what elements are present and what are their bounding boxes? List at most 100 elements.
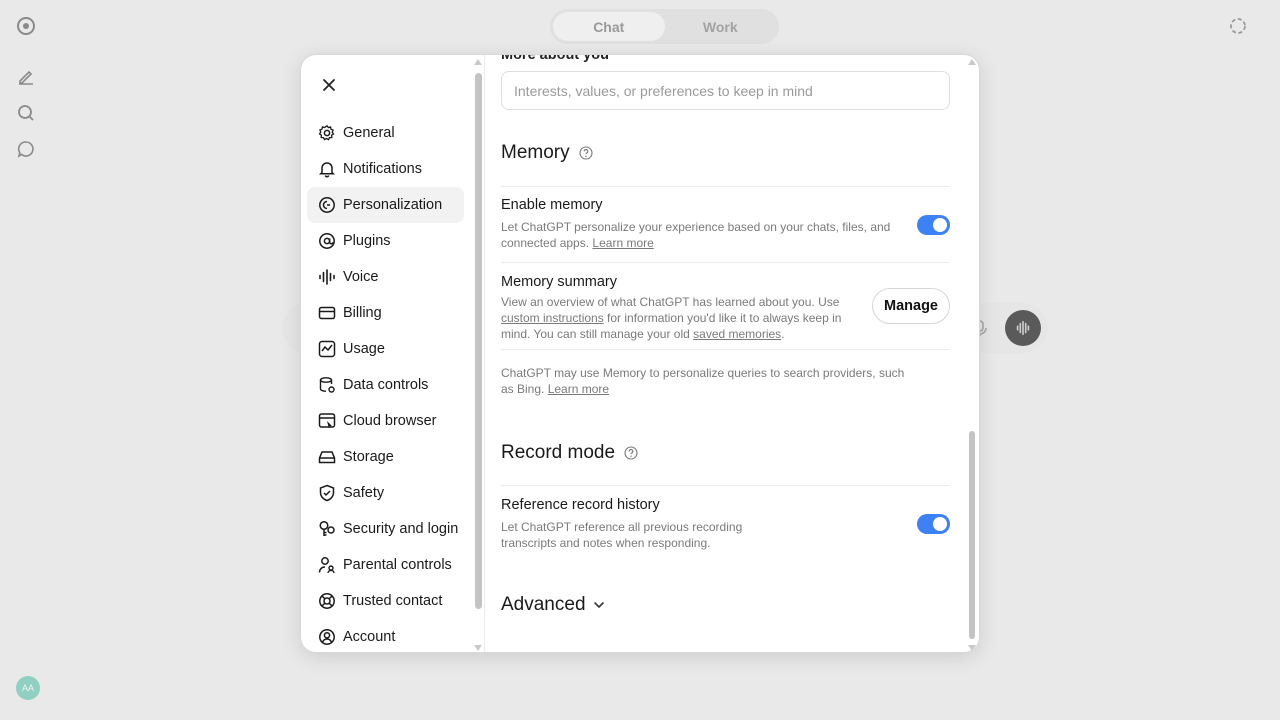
memory-summary-title: Memory summary xyxy=(501,274,618,290)
sidebar-item-cloud-browser[interactable]: Cloud browser xyxy=(307,403,464,439)
sidebar-item-label: Personalization xyxy=(343,197,443,213)
settings-modal: General Notifications Personalization Pl… xyxy=(300,54,980,653)
record-mode-section-title: Record mode xyxy=(501,442,638,464)
enable-memory-title: Enable memory xyxy=(501,197,603,213)
divider xyxy=(501,262,950,263)
scroll-up-arrow[interactable] xyxy=(474,59,482,65)
learn-more-link[interactable]: Learn more xyxy=(548,382,609,396)
sidebar-item-trusted-contact[interactable]: Trusted contact xyxy=(307,583,464,619)
avatar-initials: AA xyxy=(21,683,34,693)
memory-summary-end: . xyxy=(781,327,785,341)
scroll-down-arrow[interactable] xyxy=(474,645,482,651)
sidebar-item-label: Data controls xyxy=(343,377,429,393)
reference-record-history-title: Reference record history xyxy=(501,497,660,513)
sidebar-item-general[interactable]: General xyxy=(307,115,464,151)
reference-record-history-toggle[interactable] xyxy=(917,514,950,534)
sidebar-item-label: Notifications xyxy=(343,161,422,177)
sidebar-item-label: Plugins xyxy=(343,233,391,249)
sidebar-item-notifications[interactable]: Notifications xyxy=(307,151,464,187)
sidebar-item-label: Account xyxy=(343,629,396,645)
browser-icon xyxy=(318,412,336,430)
sidebar-rail: AA xyxy=(0,0,52,720)
memory-summary-line1: View an overview of what ChatGPT has lea… xyxy=(501,295,840,309)
memory-section-title: Memory xyxy=(501,142,593,164)
sidebar-item-label: Storage xyxy=(343,449,394,465)
personalization-panel: More about you Interests, values, or pre… xyxy=(501,55,951,652)
help-icon[interactable] xyxy=(624,446,638,460)
toggle-knob xyxy=(933,517,947,531)
learn-more-link[interactable]: Learn more xyxy=(592,236,653,250)
sidebar-item-label: General xyxy=(343,125,395,141)
scroll-down-arrow[interactable] xyxy=(968,645,976,651)
sidebar-item-security[interactable]: Security and login xyxy=(307,511,464,547)
sidebar-item-data-controls[interactable]: Data controls xyxy=(307,367,464,403)
more-about-you-placeholder: Interests, values, or preferences to kee… xyxy=(514,82,813,99)
help-icon[interactable] xyxy=(579,146,593,160)
content-scrollbar-thumb[interactable] xyxy=(969,431,975,639)
new-chat-icon[interactable] xyxy=(16,67,36,87)
search-icon[interactable] xyxy=(16,103,36,123)
scroll-up-arrow[interactable] xyxy=(968,59,976,65)
sidebar-item-billing[interactable]: Billing xyxy=(307,295,464,331)
mode-switch: Chat Work xyxy=(550,9,779,44)
sidebar-item-account[interactable]: Account xyxy=(307,619,464,652)
toggle-knob xyxy=(933,218,947,232)
account-icon xyxy=(318,628,336,646)
voice-mode-button xyxy=(1005,310,1041,346)
sidebar-item-label: Voice xyxy=(343,269,379,285)
divider xyxy=(501,485,950,486)
memory-title: Memory xyxy=(501,142,570,163)
memory-summary-line2: for information you'd like it to always … xyxy=(607,311,842,325)
personalization-icon xyxy=(318,196,336,214)
key-icon xyxy=(318,520,336,538)
at-sign-icon xyxy=(318,232,336,250)
enable-memory-description: Let ChatGPT personalize your experience … xyxy=(501,219,901,251)
settings-nav: General Notifications Personalization Pl… xyxy=(301,55,485,652)
reference-record-history-description: Let ChatGPT reference all previous recor… xyxy=(501,519,801,551)
credit-card-icon xyxy=(318,304,336,322)
nav-scrollbar[interactable] xyxy=(473,59,485,651)
divider xyxy=(501,186,950,187)
memory-search-note: ChatGPT may use Memory to personalize qu… xyxy=(501,365,911,397)
sidebar-item-label: Cloud browser xyxy=(343,413,437,429)
temporary-chat-icon[interactable] xyxy=(1228,16,1248,36)
sidebar-item-safety[interactable]: Safety xyxy=(307,475,464,511)
chat-bubble-icon[interactable] xyxy=(16,139,36,159)
enable-memory-desc-line2: connected apps. xyxy=(501,236,590,250)
manage-button[interactable]: Manage xyxy=(872,288,950,324)
avatar[interactable]: AA xyxy=(16,676,40,700)
more-about-you-input[interactable]: Interests, values, or preferences to kee… xyxy=(501,71,950,110)
sidebar-item-plugins[interactable]: Plugins xyxy=(307,223,464,259)
advanced-section-toggle[interactable]: Advanced xyxy=(501,594,606,616)
lifebuoy-icon xyxy=(318,592,336,610)
sidebar-item-personalization[interactable]: Personalization xyxy=(307,187,464,223)
sidebar-item-label: Billing xyxy=(343,305,382,321)
parent-icon xyxy=(318,556,336,574)
chart-icon xyxy=(318,340,336,358)
sidebar-item-label: Parental controls xyxy=(343,557,452,573)
sidebar-item-label: Usage xyxy=(343,341,385,357)
enable-memory-toggle[interactable] xyxy=(917,215,950,235)
bell-icon xyxy=(318,160,336,178)
close-icon[interactable] xyxy=(319,75,339,95)
memory-note-line2: as Bing. xyxy=(501,382,545,396)
record-mode-title: Record mode xyxy=(501,442,616,463)
custom-instructions-link[interactable]: custom instructions xyxy=(501,311,604,325)
sidebar-item-label: Safety xyxy=(343,485,385,501)
gear-icon xyxy=(318,124,336,142)
logo-icon[interactable] xyxy=(16,16,36,36)
sidebar-item-usage[interactable]: Usage xyxy=(307,331,464,367)
sidebar-item-storage[interactable]: Storage xyxy=(307,439,464,475)
content-scrollbar[interactable] xyxy=(967,59,977,651)
nav-scrollbar-thumb[interactable] xyxy=(475,73,482,609)
memory-summary-line3: mind. You can still manage your old xyxy=(501,327,690,341)
saved-memories-link[interactable]: saved memories xyxy=(693,327,781,341)
sidebar-item-parental-controls[interactable]: Parental controls xyxy=(307,547,464,583)
sidebar-item-label: Security and login xyxy=(343,521,459,537)
tab-work[interactable]: Work xyxy=(665,12,777,41)
sidebar-item-voice[interactable]: Voice xyxy=(307,259,464,295)
shield-icon xyxy=(318,484,336,502)
memory-note-line1: ChatGPT may use Memory to personalize qu… xyxy=(501,366,905,380)
tab-chat[interactable]: Chat xyxy=(553,12,665,41)
memory-summary-description: View an overview of what ChatGPT has lea… xyxy=(501,294,863,342)
